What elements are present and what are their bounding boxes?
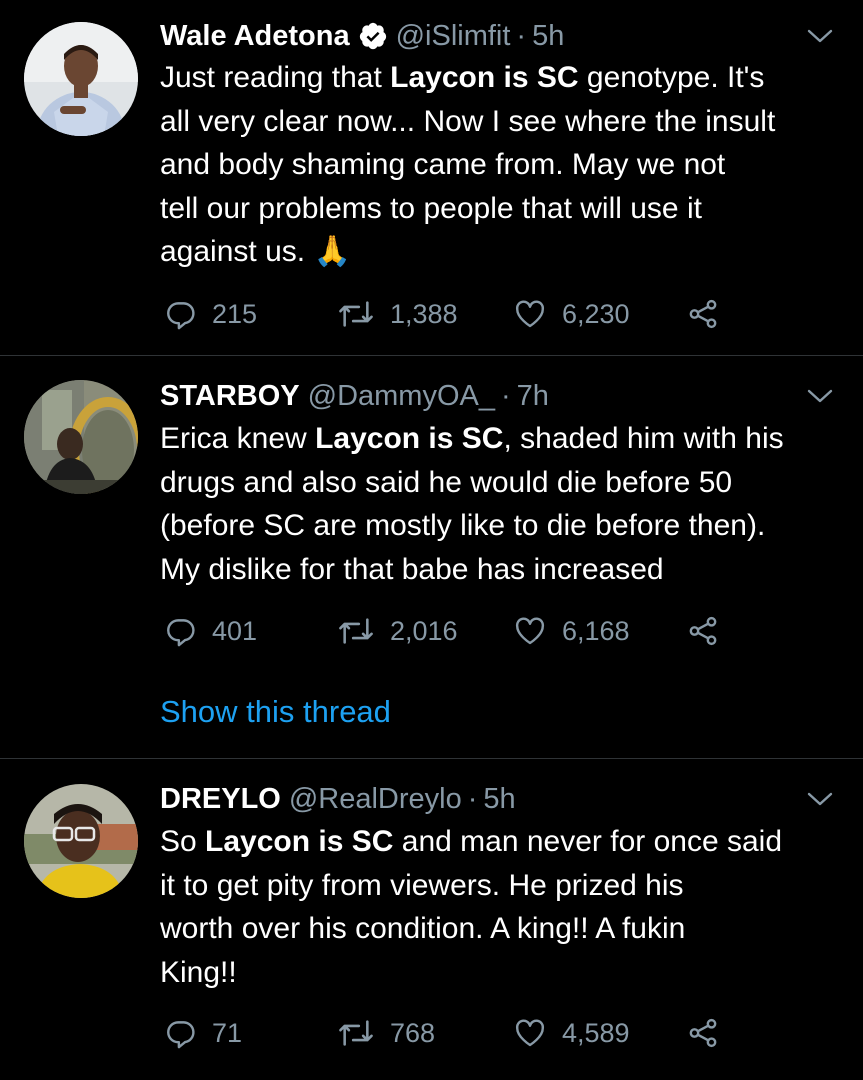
show-thread-link[interactable]: Show this thread [160, 694, 391, 730]
tweet-text: So Laycon is SC and man never for once s… [160, 820, 850, 994]
chevron-down-icon[interactable] [806, 386, 834, 406]
retweet-button[interactable]: 768 [336, 1013, 435, 1053]
reply-count: 401 [212, 615, 258, 646]
text-line: Just reading that Laycon is SC genotype.… [160, 61, 765, 94]
bold-phrase: Laycon is SC [205, 825, 394, 858]
heart-icon [512, 614, 562, 648]
user-handle[interactable]: @RealDreylo [289, 783, 462, 816]
retweet-count: 2,016 [390, 615, 458, 646]
chevron-down-icon[interactable] [806, 26, 834, 46]
user-handle[interactable]: @iSlimfit [396, 20, 511, 53]
text-line: drugs and also said he would die before … [160, 465, 733, 499]
like-button[interactable]: 6,168 [512, 611, 630, 651]
tweet-actions: 215 1,388 6,230 [160, 294, 760, 334]
share-icon [686, 297, 734, 331]
user-handle[interactable]: @DammyOA_ [308, 380, 495, 413]
share-button[interactable] [686, 1013, 734, 1053]
reply-count: 215 [212, 298, 258, 329]
tweet-header: DREYLO @RealDreylo · 5h [160, 779, 516, 819]
timestamp[interactable]: 7h [517, 380, 549, 413]
share-button[interactable] [686, 294, 734, 334]
tweet-card[interactable]: STARBOY @DammyOA_ · 7h Erica knew Laycon… [0, 356, 863, 758]
reply-count: 71 [212, 1017, 243, 1048]
avatar[interactable] [24, 784, 138, 898]
text-line: Erica knew Laycon is SC, shaded him with… [160, 422, 784, 455]
text-line: King!! [160, 955, 237, 989]
tweet-actions: 71 768 4,589 [160, 1013, 760, 1053]
text-line: it to get pity from viewers. He prized h… [160, 868, 684, 902]
display-name[interactable]: STARBOY [160, 380, 300, 413]
timestamp[interactable]: 5h [483, 783, 515, 816]
avatar[interactable] [24, 380, 138, 494]
display-name[interactable]: Wale Adetona [160, 20, 350, 53]
tweet-header: Wale Adetona @iSlimfit · 5h [160, 16, 564, 56]
retweet-icon [336, 1016, 390, 1050]
bold-phrase: Laycon is SC [390, 61, 579, 94]
timestamp[interactable]: 5h [532, 20, 564, 53]
like-count: 4,589 [562, 1017, 630, 1048]
text-line: all very clear now... Now I see where th… [160, 104, 776, 138]
reply-button[interactable]: 401 [164, 611, 257, 651]
text-line: and body shaming came from. May we not [160, 148, 726, 181]
tweet-card[interactable]: Wale Adetona @iSlimfit · 5h Just reading… [0, 0, 863, 355]
reply-icon [164, 614, 212, 648]
retweet-button[interactable]: 2,016 [336, 611, 458, 651]
reply-button[interactable]: 215 [164, 294, 257, 334]
like-count: 6,230 [562, 298, 630, 329]
share-icon [686, 1016, 734, 1050]
tweet-actions: 401 2,016 6,168 [160, 611, 760, 651]
like-count: 6,168 [562, 615, 630, 646]
verified-badge-icon [358, 21, 388, 51]
chevron-down-icon[interactable] [806, 789, 834, 809]
tweet-feed: Wale Adetona @iSlimfit · 5h Just reading… [0, 0, 863, 1080]
text-line: tell our problems to people that will us… [160, 191, 702, 225]
reply-icon [164, 1016, 212, 1050]
bold-phrase: Laycon is SC [315, 422, 504, 455]
retweet-button[interactable]: 1,388 [336, 294, 458, 334]
like-button[interactable]: 4,589 [512, 1013, 630, 1053]
display-name[interactable]: DREYLO [160, 783, 281, 816]
share-icon [686, 614, 734, 648]
like-button[interactable]: 6,230 [512, 294, 630, 334]
heart-icon [512, 297, 562, 331]
tweet-card[interactable]: DREYLO @RealDreylo · 5h So Laycon is SC … [0, 759, 863, 1080]
tweet-text: Erica knew Laycon is SC, shaded him with… [160, 417, 850, 591]
text-line: (before SC are mostly like to die before… [160, 509, 766, 542]
retweet-count: 768 [390, 1017, 436, 1048]
text-line: My dislike for that babe has increased [160, 552, 664, 586]
tweet-text: Just reading that Laycon is SC genotype.… [160, 56, 850, 274]
praying-hands-emoji: 🙏 [313, 235, 351, 268]
tweet-header: STARBOY @DammyOA_ · 7h [160, 376, 549, 416]
text-line: worth over his condition. A king!! A fuk… [160, 912, 686, 945]
heart-icon [512, 1016, 562, 1050]
share-button[interactable] [686, 611, 734, 651]
separator-dot: · [516, 19, 527, 52]
text-line: So Laycon is SC and man never for once s… [160, 825, 783, 858]
text-line: against us. 🙏 [160, 235, 351, 268]
reply-icon [164, 297, 212, 331]
avatar[interactable] [24, 22, 138, 136]
reply-button[interactable]: 71 [164, 1013, 242, 1053]
separator-dot: · [501, 379, 511, 412]
retweet-icon [336, 297, 390, 331]
separator-dot: · [467, 782, 478, 815]
retweet-icon [336, 614, 390, 648]
retweet-count: 1,388 [390, 298, 458, 329]
